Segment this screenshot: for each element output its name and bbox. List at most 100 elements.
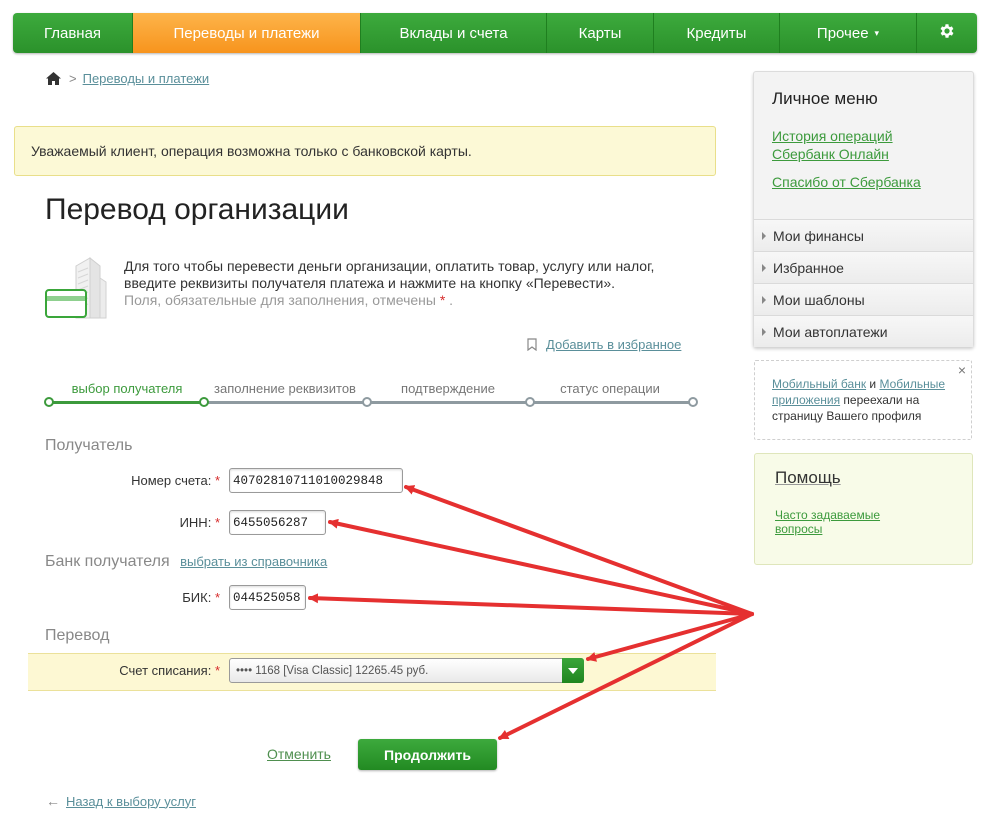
required-note-text: Поля, обязательные для заполнения, отмеч… — [124, 292, 436, 308]
debit-label: Счет списания: * — [119, 663, 220, 678]
inn-label-text: ИНН: — [179, 515, 212, 530]
step-dot-2 — [199, 397, 209, 407]
debit-account-value: •••• 1168 [Visa Classic] 12265.45 руб. — [236, 664, 429, 677]
required-star: * — [439, 292, 446, 308]
required-star: * — [214, 515, 220, 530]
arrow-left-icon: ← — [46, 793, 60, 809]
sidebar-item-autopayments[interactable]: Мои автоплатежи — [754, 315, 973, 347]
add-favorite-link[interactable]: Добавить в избранное — [527, 337, 681, 352]
bank-section-title: Банк получателя — [45, 553, 170, 570]
annotation-arrow — [404, 485, 754, 616]
step-dot-4 — [525, 397, 535, 407]
annotation-arrow — [328, 518, 754, 616]
step-dot-1 — [44, 397, 54, 407]
intro-line-2: введите реквизиты получателя платежа и н… — [124, 275, 615, 291]
nav-deposits[interactable]: Вклады и счета — [361, 13, 547, 53]
organization-card-icon — [44, 256, 110, 320]
bookmark-icon — [527, 338, 537, 351]
required-star: * — [214, 663, 220, 678]
dropdown-button[interactable] — [562, 658, 584, 683]
notice-banner: Уважаемый клиент, операция возможна толь… — [14, 126, 716, 176]
breadcrumb-current[interactable]: Переводы и платежи — [83, 71, 210, 86]
chevron-down-icon — [568, 667, 578, 674]
mobile-promo: × Мобильный банк и Мобильные приложения … — [754, 360, 972, 440]
required-star: * — [214, 473, 220, 488]
step-label-2: заполнение реквизитов — [214, 381, 356, 396]
nav-more-label: Прочее — [816, 24, 869, 42]
help-title[interactable]: Помощь — [775, 468, 841, 488]
step-line-3 — [367, 401, 530, 404]
nav-settings[interactable] — [917, 13, 977, 53]
operations-history-link[interactable]: История операций Сбербанк Онлайн — [772, 127, 893, 163]
recipient-section-title: Получатель — [45, 437, 133, 454]
chevron-right-icon — [762, 263, 766, 272]
breadcrumb-separator: > — [69, 71, 77, 86]
promo-and: и — [866, 377, 880, 391]
bank-section: Банк получателя выбрать из справочника — [45, 553, 327, 571]
back-link-label: Назад к выбору услуг — [66, 793, 196, 809]
bik-label-text: БИК: — [182, 590, 212, 605]
spasibo-link-label: Спасибо от Сбербанка — [772, 174, 921, 190]
sidebar-item-templates[interactable]: Мои шаблоны — [754, 283, 973, 315]
debit-account-select[interactable]: •••• 1168 [Visa Classic] 12265.45 руб. — [229, 658, 584, 683]
bank-directory-link[interactable]: выбрать из справочника — [180, 554, 327, 569]
continue-button[interactable]: Продолжить — [358, 739, 497, 770]
back-link[interactable]: ← Назад к выбору услуг — [46, 793, 196, 809]
step-line-1 — [49, 401, 204, 404]
home-icon[interactable] — [46, 72, 61, 85]
step-label-4: статус операции — [560, 381, 660, 396]
help-panel: Помощь Часто задаваемые вопросы — [754, 453, 973, 565]
sidebar-item-label: Избранное — [773, 259, 844, 276]
notice-text: Уважаемый клиент, операция возможна толь… — [31, 143, 472, 159]
account-label-text: Номер счета: — [131, 473, 212, 488]
spasibo-link[interactable]: Спасибо от Сбербанка — [772, 173, 921, 191]
required-note: Поля, обязательные для заполнения, отмеч… — [124, 292, 694, 309]
operations-history-line-1: История операций — [772, 128, 893, 144]
intro-line-1: Для того чтобы перевести деньги организа… — [124, 258, 655, 274]
sidebar-item-label: Мои финансы — [773, 227, 864, 244]
sidebar-item-label: Мои автоплатежи — [773, 323, 888, 340]
intro-text: Для того чтобы перевести деньги организа… — [124, 258, 694, 309]
step-line-4 — [530, 401, 693, 404]
close-icon[interactable]: × — [958, 362, 966, 378]
chevron-right-icon — [762, 327, 766, 336]
transfer-section-title: Перевод — [45, 627, 110, 644]
chevron-right-icon — [762, 295, 766, 304]
account-label: Номер счета: * — [131, 473, 220, 488]
add-favorite-label: Добавить в избранное — [546, 337, 682, 352]
step-line-2 — [204, 401, 367, 404]
step-dot-3 — [362, 397, 372, 407]
bik-label: БИК: * — [182, 590, 220, 605]
sidebar-item-favorites[interactable]: Избранное — [754, 251, 973, 283]
progress-steps: выбор получателя заполнение реквизитов п… — [44, 380, 698, 410]
annotation-arrow — [308, 593, 754, 616]
nav-credits[interactable]: Кредиты — [654, 13, 780, 53]
breadcrumb: > Переводы и платежи — [46, 71, 209, 86]
nav-transfers[interactable]: Переводы и платежи — [133, 13, 361, 53]
operations-history-line-2: Сбербанк Онлайн — [772, 146, 889, 162]
nav-home[interactable]: Главная — [13, 13, 133, 53]
chevron-right-icon — [762, 231, 766, 240]
required-star: * — [214, 590, 220, 605]
faq-link[interactable]: Часто задаваемые вопросы — [775, 508, 880, 536]
inn-input[interactable] — [229, 510, 326, 535]
personal-menu: Личное меню История операций Сбербанк Он… — [753, 71, 974, 347]
chevron-down-icon: ▾ — [874, 27, 880, 38]
account-number-input[interactable] — [229, 468, 403, 493]
nav-cards[interactable]: Карты — [547, 13, 654, 53]
page-title: Перевод организации — [45, 193, 349, 226]
step-dot-5 — [688, 397, 698, 407]
cancel-link[interactable]: Отменить — [267, 746, 331, 762]
required-note-dot: . — [449, 292, 454, 308]
bik-input[interactable] — [229, 585, 306, 610]
top-nav: Главная Переводы и платежи Вклады и счет… — [13, 13, 977, 53]
faq-line-2: вопросы — [775, 522, 823, 536]
sidebar-item-finances[interactable]: Мои финансы — [754, 219, 973, 251]
nav-more[interactable]: Прочее ▾ — [780, 13, 917, 53]
debit-label-text: Счет списания: — [119, 663, 212, 678]
mobile-bank-link[interactable]: Мобильный банк — [772, 377, 866, 391]
gear-icon — [938, 22, 956, 45]
inn-label: ИНН: * — [180, 515, 220, 530]
sidebar-item-label: Мои шаблоны — [773, 291, 865, 308]
faq-line-1: Часто задаваемые — [775, 508, 881, 522]
